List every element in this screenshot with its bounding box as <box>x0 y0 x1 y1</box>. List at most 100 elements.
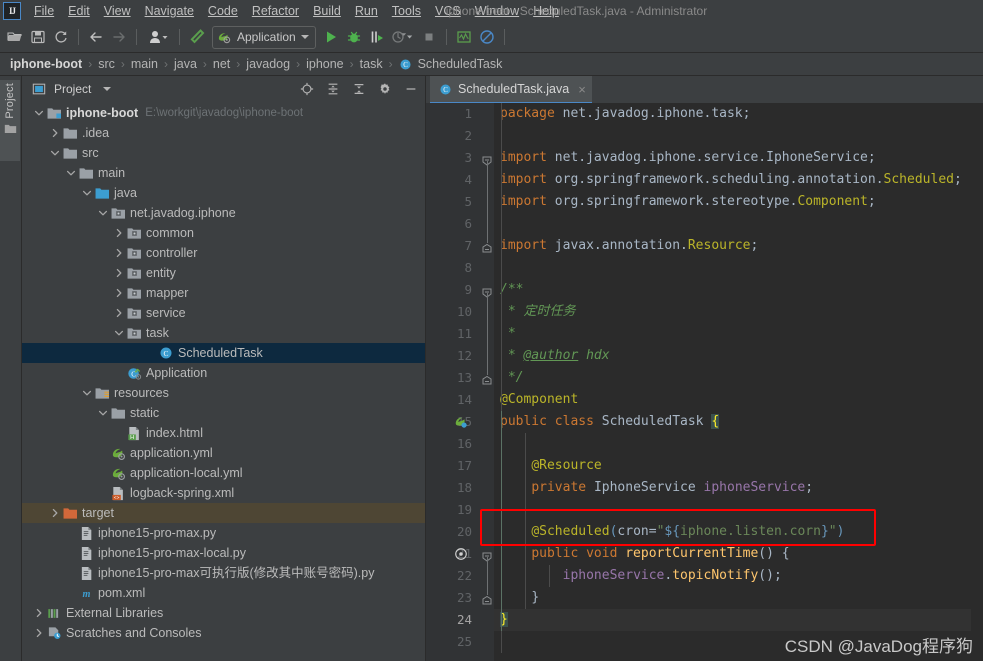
menu-view[interactable]: View <box>97 1 138 21</box>
code-line[interactable] <box>494 257 971 279</box>
code-line[interactable]: * @author hdx <box>494 345 971 367</box>
open-folder-icon[interactable] <box>4 26 26 48</box>
code-line[interactable]: @Component <box>494 389 971 411</box>
line-number-gutter[interactable]: 1234567891011121314151617181920212223242… <box>426 103 480 661</box>
tree-node-application-yml[interactable]: application.yml <box>22 443 425 463</box>
code-line[interactable]: public void reportCurrentTime() { <box>494 543 971 565</box>
source-code[interactable]: package net.javadog.iphone.task; import n… <box>494 103 971 661</box>
code-line[interactable]: @Resource <box>494 455 971 477</box>
fold-end-icon[interactable] <box>482 593 492 605</box>
collapse-all-icon[interactable] <box>349 79 369 99</box>
code-line[interactable]: private IphoneService iphoneService; <box>494 477 971 499</box>
save-all-icon[interactable] <box>27 26 49 48</box>
menu-refactor[interactable]: Refactor <box>245 1 306 21</box>
gear-icon[interactable] <box>375 79 395 99</box>
tree-node-controller[interactable]: controller <box>22 243 425 263</box>
menu-file[interactable]: File <box>27 1 61 21</box>
code-line[interactable]: public class ScheduledTask { <box>494 411 971 433</box>
chevron-right-icon[interactable] <box>48 503 61 523</box>
stop-icon[interactable] <box>418 26 440 48</box>
menu-code[interactable]: Code <box>201 1 245 21</box>
chevron-right-icon[interactable] <box>32 623 45 643</box>
tree-node-external-libraries[interactable]: External Libraries <box>22 603 425 623</box>
code-line[interactable]: * <box>494 323 971 345</box>
breadcrumb-item-task[interactable]: task <box>358 56 385 72</box>
tree-node-task[interactable]: task <box>22 323 425 343</box>
menu-build[interactable]: Build <box>306 1 348 21</box>
tree-node-resources[interactable]: resources <box>22 383 425 403</box>
chevron-right-icon[interactable] <box>32 603 45 623</box>
rail-tab-project[interactable]: Project <box>0 80 20 161</box>
code-folding-gutter[interactable] <box>480 103 494 661</box>
breadcrumb-item-src[interactable]: src <box>96 56 117 72</box>
chevron-right-icon[interactable] <box>112 243 125 263</box>
chevron-down-icon[interactable] <box>103 87 112 91</box>
breadcrumb-item-net[interactable]: net <box>211 56 232 72</box>
breadcrumb-item-iphone[interactable]: iphone <box>304 56 346 72</box>
profile-icon[interactable] <box>389 26 417 48</box>
tree-node-scratches-and-consoles[interactable]: Scratches and Consoles <box>22 623 425 643</box>
code-line[interactable] <box>494 125 971 147</box>
menu-window[interactable]: Window <box>468 1 526 21</box>
scheduled-task-gutter-icon[interactable] <box>454 547 468 561</box>
tree-node-src[interactable]: src <box>22 143 425 163</box>
locate-file-icon[interactable] <box>297 79 317 99</box>
breadcrumb-item-javadog[interactable]: javadog <box>244 56 292 72</box>
forward-arrow-icon[interactable] <box>108 26 130 48</box>
breadcrumb-item-java[interactable]: java <box>172 56 199 72</box>
expand-all-icon[interactable] <box>323 79 343 99</box>
chevron-down-icon[interactable] <box>96 203 109 223</box>
tree-node-static[interactable]: static <box>22 403 425 423</box>
tree-node-index-html[interactable]: Hindex.html <box>22 423 425 443</box>
chevron-right-icon[interactable] <box>48 123 61 143</box>
code-line[interactable]: import javax.annotation.Resource; <box>494 235 971 257</box>
tree-node-application-local-yml[interactable]: application-local.yml <box>22 463 425 483</box>
tree-node-application[interactable]: C Application <box>22 363 425 383</box>
tree-node-main[interactable]: main <box>22 163 425 183</box>
tree-node-iphone-boot[interactable]: iphone-boot E:\workgit\javadog\iphone-boo… <box>22 103 425 123</box>
sync-refresh-icon[interactable] <box>50 26 72 48</box>
tree-node-entity[interactable]: entity <box>22 263 425 283</box>
debug-icon[interactable] <box>343 26 365 48</box>
tab-scheduledtask-java[interactable]: C ScheduledTask.java × <box>430 76 592 104</box>
run-icon[interactable] <box>320 26 342 48</box>
run-configuration-selector[interactable]: Application <box>212 25 316 49</box>
code-line[interactable] <box>494 631 971 653</box>
chevron-down-icon[interactable] <box>80 183 93 203</box>
tree-node-iphone15-pro-max-local-py[interactable]: iphone15-pro-max-local.py <box>22 543 425 563</box>
chevron-down-icon[interactable] <box>112 323 125 343</box>
breadcrumb-item-project[interactable]: iphone-boot <box>8 56 84 72</box>
no-entry-icon[interactable] <box>476 26 498 48</box>
spring-bean-gutter-icon[interactable] <box>454 415 468 429</box>
code-line[interactable] <box>494 499 971 521</box>
fold-end-icon[interactable] <box>482 373 492 385</box>
chevron-down-icon[interactable] <box>48 143 61 163</box>
code-line[interactable]: } <box>494 609 971 631</box>
tree-node-net-javadog-iphone[interactable]: net.javadog.iphone <box>22 203 425 223</box>
menu-navigate[interactable]: Navigate <box>138 1 201 21</box>
run-with-coverage-icon[interactable] <box>366 26 388 48</box>
code-line[interactable]: */ <box>494 367 971 389</box>
close-icon[interactable]: × <box>578 82 586 97</box>
code-line[interactable]: import org.springframework.scheduling.an… <box>494 169 971 191</box>
tree-node-target[interactable]: target <box>22 503 425 523</box>
code-line[interactable]: /** <box>494 279 971 301</box>
chevron-right-icon[interactable] <box>112 263 125 283</box>
chevron-right-icon[interactable] <box>112 303 125 323</box>
activity-monitor-icon[interactable] <box>453 26 475 48</box>
tree-node-iphone15-pro-max-py[interactable]: iphone15-pro-max.py <box>22 523 425 543</box>
chevron-down-icon[interactable] <box>80 383 93 403</box>
chevron-down-icon[interactable] <box>96 403 109 423</box>
tree-node-pom-xml[interactable]: m pom.xml <box>22 583 425 603</box>
code-line[interactable]: package net.javadog.iphone.task; <box>494 103 971 125</box>
menu-edit[interactable]: Edit <box>61 1 97 21</box>
code-editor[interactable]: 1234567891011121314151617181920212223242… <box>426 103 983 661</box>
tree-node-idea[interactable]: .idea <box>22 123 425 143</box>
chevron-right-icon[interactable] <box>112 223 125 243</box>
code-line[interactable] <box>494 213 971 235</box>
code-line[interactable]: @Scheduled(cron="${iphone.listen.corn}") <box>494 521 971 543</box>
menu-tools[interactable]: Tools <box>385 1 428 21</box>
breadcrumb-item-main[interactable]: main <box>129 56 160 72</box>
chevron-down-icon[interactable] <box>64 163 77 183</box>
fold-end-icon[interactable] <box>482 241 492 253</box>
